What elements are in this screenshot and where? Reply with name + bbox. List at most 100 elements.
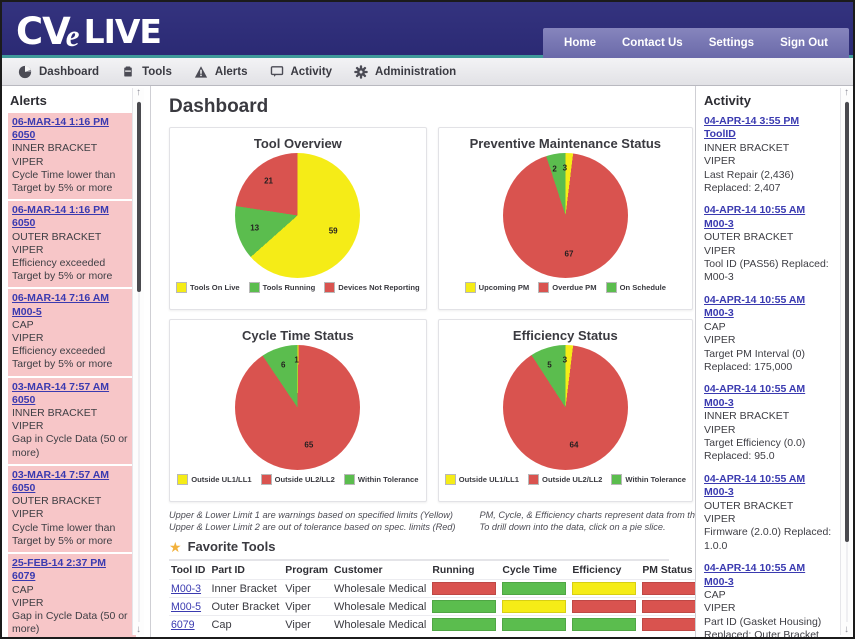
alert-timestamp[interactable]: 03-MAR-14 7:57 AM [12, 469, 132, 482]
column-header-customer[interactable]: Customer [332, 563, 430, 580]
logo-cv-text: CV [16, 9, 71, 53]
list-item[interactable]: 04-APR-14 3:55 PM ToolID INNER BRACKET V… [702, 113, 840, 203]
list-item[interactable]: 04-APR-14 10:55 AM M00-3 CAP VIPER Part … [702, 560, 840, 637]
column-header-program[interactable]: Program [283, 563, 332, 580]
alert-timestamp[interactable]: 06-MAR-14 7:16 AM [12, 292, 132, 305]
chart-panel-tool-overview: Tool Overview 59 13 21 Tools On Live Too… [169, 127, 427, 310]
legend-entry: Devices Not Reporting [324, 282, 420, 293]
activity-timestamp[interactable]: 04-APR-14 3:55 PM [704, 115, 836, 128]
alert-tool-id[interactable]: 6050 [12, 394, 132, 407]
list-item[interactable]: 03-MAR-14 7:57 AM 6050 OUTER BRACKET VIP… [8, 465, 136, 555]
status-badge [642, 618, 695, 631]
cell-program: Viper [283, 579, 333, 598]
activity-tool-id[interactable]: M00-3 [704, 576, 836, 589]
chart-notes: Upper & Lower Limit 1 are warnings based… [169, 510, 695, 533]
alert-tool-id[interactable]: 6050 [12, 217, 132, 230]
topnav-item-contact-us[interactable]: Contact Us [609, 28, 696, 58]
list-item[interactable]: 25-FEB-14 2:37 PM 6079 CAP VIPER Gap in … [8, 554, 136, 637]
activity-timestamp[interactable]: 04-APR-14 10:55 AM [704, 562, 836, 575]
scroll-up-arrow-icon[interactable]: ↑ [844, 88, 849, 98]
activity-scrollbar[interactable]: ↑ ↓ [840, 88, 852, 635]
activity-tool-id[interactable]: M00-3 [704, 307, 836, 320]
scroll-down-arrow-icon[interactable]: ↓ [136, 625, 141, 635]
status-badge [432, 600, 497, 613]
column-header-running[interactable]: Running [430, 563, 500, 580]
legend-entry: Within Tolerance [611, 474, 686, 485]
cell-cycle-time [500, 615, 571, 633]
pie-chart-tool-overview[interactable]: 59 13 21 [235, 153, 361, 278]
pie-chart-graphic[interactable] [235, 153, 361, 278]
tool-id-link[interactable]: M00-5 [171, 601, 201, 613]
activity-tool-id[interactable]: M00-3 [704, 218, 836, 231]
column-header-pm-status[interactable]: PM Status [640, 563, 695, 580]
table-row[interactable]: M00-5 Outer Bracket Viper Wholesale Medi… [169, 597, 695, 616]
tool-id-link[interactable]: 6079 [171, 619, 195, 631]
activity-timestamp[interactable]: 04-APR-14 10:55 AM [704, 473, 836, 486]
pie-slice-value: 3 [562, 355, 568, 365]
scrollbar-thumb[interactable] [845, 102, 849, 542]
pie-chart-cycle-time[interactable]: 1 65 6 [235, 345, 361, 470]
menu-item-alerts[interactable]: Alerts [188, 58, 264, 86]
column-header-tool-id[interactable]: Tool ID [169, 563, 209, 580]
alert-part: INNER BRACKET [12, 142, 98, 155]
activity-timestamp[interactable]: 04-APR-14 10:55 AM [704, 204, 836, 217]
list-item[interactable]: 03-MAR-14 7:57 AM 6050 INNER BRACKET VIP… [8, 377, 136, 466]
alert-tool-id[interactable]: 6050 [12, 482, 132, 495]
column-header-cycle-time[interactable]: Cycle Time [500, 563, 570, 580]
alert-tool-id[interactable]: 6050 [12, 129, 132, 142]
activity-tool-id[interactable]: ToolID [704, 128, 836, 141]
menu-item-tools[interactable]: Tools [115, 58, 188, 86]
list-item[interactable]: 06-MAR-14 7:16 AM M00-5 CAP VIPER Effici… [8, 289, 136, 378]
top-navigation: Home Contact Us Settings Sign Out [543, 28, 849, 58]
pie-slice-value: 65 [304, 440, 314, 450]
list-item[interactable]: 06-MAR-14 1:16 PM 6050 INNER BRACKET VIP… [8, 113, 136, 202]
topnav-item-sign-out[interactable]: Sign Out [767, 28, 841, 58]
scroll-down-arrow-icon[interactable]: ↓ [844, 625, 849, 635]
activity-timestamp[interactable]: 04-APR-14 10:55 AM [704, 383, 836, 396]
alert-program: VIPER [12, 155, 44, 168]
topnav-item-settings[interactable]: Settings [696, 28, 767, 58]
pie-slice-value: 67 [564, 249, 574, 259]
alert-timestamp[interactable]: 25-FEB-14 2:37 PM [12, 557, 132, 570]
cell-tool-id[interactable]: 6079 [169, 615, 210, 633]
alert-timestamp[interactable]: 06-MAR-14 1:16 PM [12, 116, 132, 129]
pie-chart-efficiency[interactable]: 3 64 5 [502, 345, 628, 470]
menu-item-activity[interactable]: Activity [264, 58, 349, 86]
list-item[interactable]: 04-APR-14 10:55 AM M00-3 CAP VIPER Targe… [702, 291, 840, 382]
scroll-up-arrow-icon[interactable]: ↑ [136, 88, 141, 98]
tool-id-link[interactable]: M00-3 [171, 583, 201, 595]
chart-legend: Outside UL1/LL1 Outside UL2/LL2 Within T… [444, 474, 686, 485]
topnav-item-home[interactable]: Home [551, 28, 609, 58]
cell-tool-id[interactable]: M00-5 [169, 597, 210, 616]
list-item[interactable]: 04-APR-14 10:55 AM M00-3 INNER BRACKET V… [702, 381, 840, 471]
legend-entry: Within Tolerance [343, 474, 418, 485]
table-row[interactable]: 6079 Cap Viper Wholesale Medical [169, 615, 695, 633]
activity-part: INNER BRACKET [704, 410, 790, 423]
menu-item-dashboard[interactable]: Dashboard [12, 58, 115, 86]
activity-timestamp[interactable]: 04-APR-14 10:55 AM [704, 294, 836, 307]
list-item[interactable]: 06-MAR-14 1:16 PM 6050 OUTER BRACKET VIP… [8, 201, 136, 290]
legend-swatch [177, 474, 189, 485]
column-header-efficiency[interactable]: Efficiency [570, 563, 640, 580]
column-header-part-id[interactable]: Part ID [209, 563, 283, 580]
legend-label: Upcoming PM [478, 283, 530, 292]
cell-running [430, 579, 501, 598]
alert-tool-id[interactable]: M00-5 [12, 306, 132, 319]
activity-tool-id[interactable]: M00-3 [704, 486, 836, 499]
menu-item-administration[interactable]: Administration [348, 58, 472, 86]
cell-tool-id[interactable]: M00-3 [169, 579, 210, 598]
alert-timestamp[interactable]: 06-MAR-14 1:16 PM [12, 204, 132, 217]
alerts-scrollbar[interactable]: ↑ ↓ [132, 88, 144, 635]
legend-swatch [343, 474, 355, 485]
alert-tool-id[interactable]: 6079 [12, 570, 132, 583]
list-item[interactable]: 04-APR-14 10:55 AM M00-3 OUTER BRACKET V… [702, 470, 840, 561]
pie-chart-pm-status[interactable]: 3 67 2 [502, 153, 628, 278]
legend-entry: Outside UL2/LL2 [260, 474, 335, 485]
menu-item-administration-label: Administration [375, 65, 457, 78]
list-item[interactable]: 04-APR-14 10:55 AM M00-3 OUTER BRACKET V… [702, 202, 840, 292]
activity-tool-id[interactable]: M00-3 [704, 397, 836, 410]
table-row[interactable]: M00-3 Inner Bracket Viper Wholesale Medi… [169, 579, 695, 598]
scrollbar-thumb[interactable] [137, 102, 141, 292]
alert-program: VIPER [12, 508, 44, 521]
alert-timestamp[interactable]: 03-MAR-14 7:57 AM [12, 381, 132, 394]
